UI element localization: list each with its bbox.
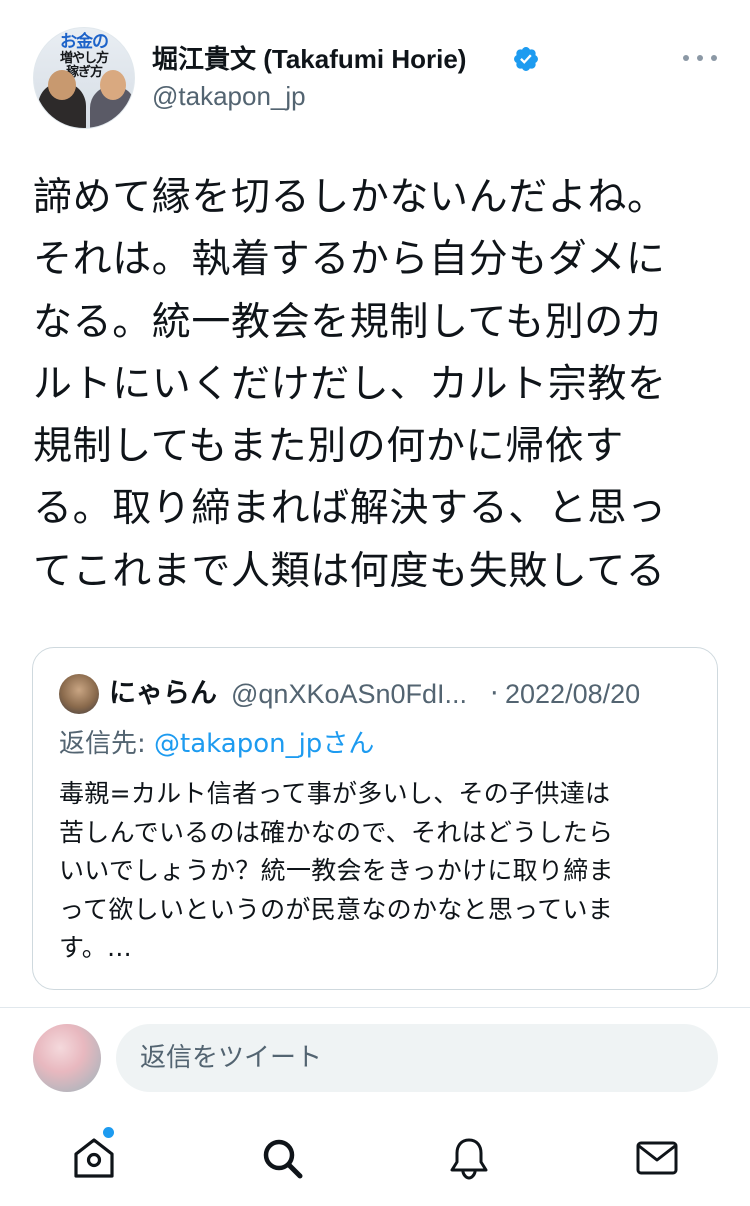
tweet-text-line: 規制してもまた別の何かに帰依す xyxy=(33,424,624,470)
more-options-icon[interactable] xyxy=(683,52,717,64)
tweet-text-line: ルトにいくだけだし、カルト宗教を xyxy=(33,361,667,407)
quoted-text-line: す。... xyxy=(59,933,132,962)
quoted-date: 2022/08/20 xyxy=(505,679,641,709)
reply-to-mention-link[interactable]: @takapon_jp xyxy=(154,729,322,759)
tab-messages[interactable] xyxy=(634,1135,680,1181)
author-display-name[interactable]: 堀江貴文 (Takafumi Horie) xyxy=(152,42,466,76)
divider xyxy=(0,1007,750,1008)
quoted-author-name: にゃらん xyxy=(109,678,217,709)
avatar-person-left-head xyxy=(48,70,76,100)
tab-notifications[interactable] xyxy=(446,1135,492,1181)
tweet-text-line: 諦めて縁を切るしかないんだよね。 xyxy=(33,175,667,220)
tweet-detail-screen: お金の 増やし方 稼ぎ方 堀江貴文 (Takafumi Horie) @taka… xyxy=(0,0,750,1206)
current-user-avatar[interactable] xyxy=(33,1024,101,1092)
quoted-text-line: いいでしょうか？統一教会をきっかけに取り締ま xyxy=(59,856,614,885)
tab-home[interactable] xyxy=(71,1135,117,1181)
tweet-text-line: それは。執着するから自分もダメに xyxy=(33,237,666,283)
home-notification-dot xyxy=(103,1127,114,1138)
verified-badge-icon xyxy=(514,47,538,71)
tab-search[interactable] xyxy=(259,1135,305,1181)
avatar-person-right-head xyxy=(100,70,126,100)
tweet-text-line: なる。統一教会を規制しても別のカ xyxy=(33,299,664,345)
reply-to-suffix: さん xyxy=(322,729,375,759)
quoted-author-avatar[interactable] xyxy=(59,674,99,714)
messages-icon xyxy=(636,1141,678,1175)
notifications-icon xyxy=(450,1138,488,1180)
avatar-book-title: お金の xyxy=(60,32,109,52)
home-icon xyxy=(74,1138,114,1178)
tweet-text-line: てこれまで人類は何度も失敗してる xyxy=(33,548,666,594)
quoted-tweet-card[interactable]: にゃらん @qnXKoASn0FdI... · 2022/08/20 返信先: … xyxy=(32,647,718,990)
quoted-author-handle: @qnXKoASn0FdI... xyxy=(231,679,468,709)
author-avatar[interactable]: お金の 増やし方 稼ぎ方 xyxy=(33,27,135,129)
quoted-text-line: 苦しんでいるのは確かなので、それはどうしたら xyxy=(59,817,614,847)
search-icon xyxy=(263,1139,303,1179)
reply-input-placeholder: 返信をツイート xyxy=(140,1043,323,1073)
reply-to-prefix: 返信先: xyxy=(59,729,155,759)
author-handle[interactable]: @takapon_jp xyxy=(152,80,306,112)
quoted-separator: · xyxy=(490,678,499,709)
quoted-reply-to: 返信先: @takapon_jpさん xyxy=(59,727,374,761)
quoted-tweet-text: 毒親=カルト信者って事が多いし、その子供達は 苦しんでいるのは確かなので、それは… xyxy=(59,775,689,968)
tweet-text-line: る。取り締まれば解決する、と思っ xyxy=(33,486,667,532)
quoted-text-line: 毒親=カルト信者って事が多いし、その子供達は xyxy=(59,779,611,808)
reply-input[interactable]: 返信をツイート xyxy=(116,1024,718,1092)
tweet-text: 諦めて縁を切るしかないんだよね。 それは。執着するから自分もダメに なる。統一教… xyxy=(33,167,703,603)
quoted-text-line: って欲しいというのが民意なのかなと思っていま xyxy=(59,894,614,924)
